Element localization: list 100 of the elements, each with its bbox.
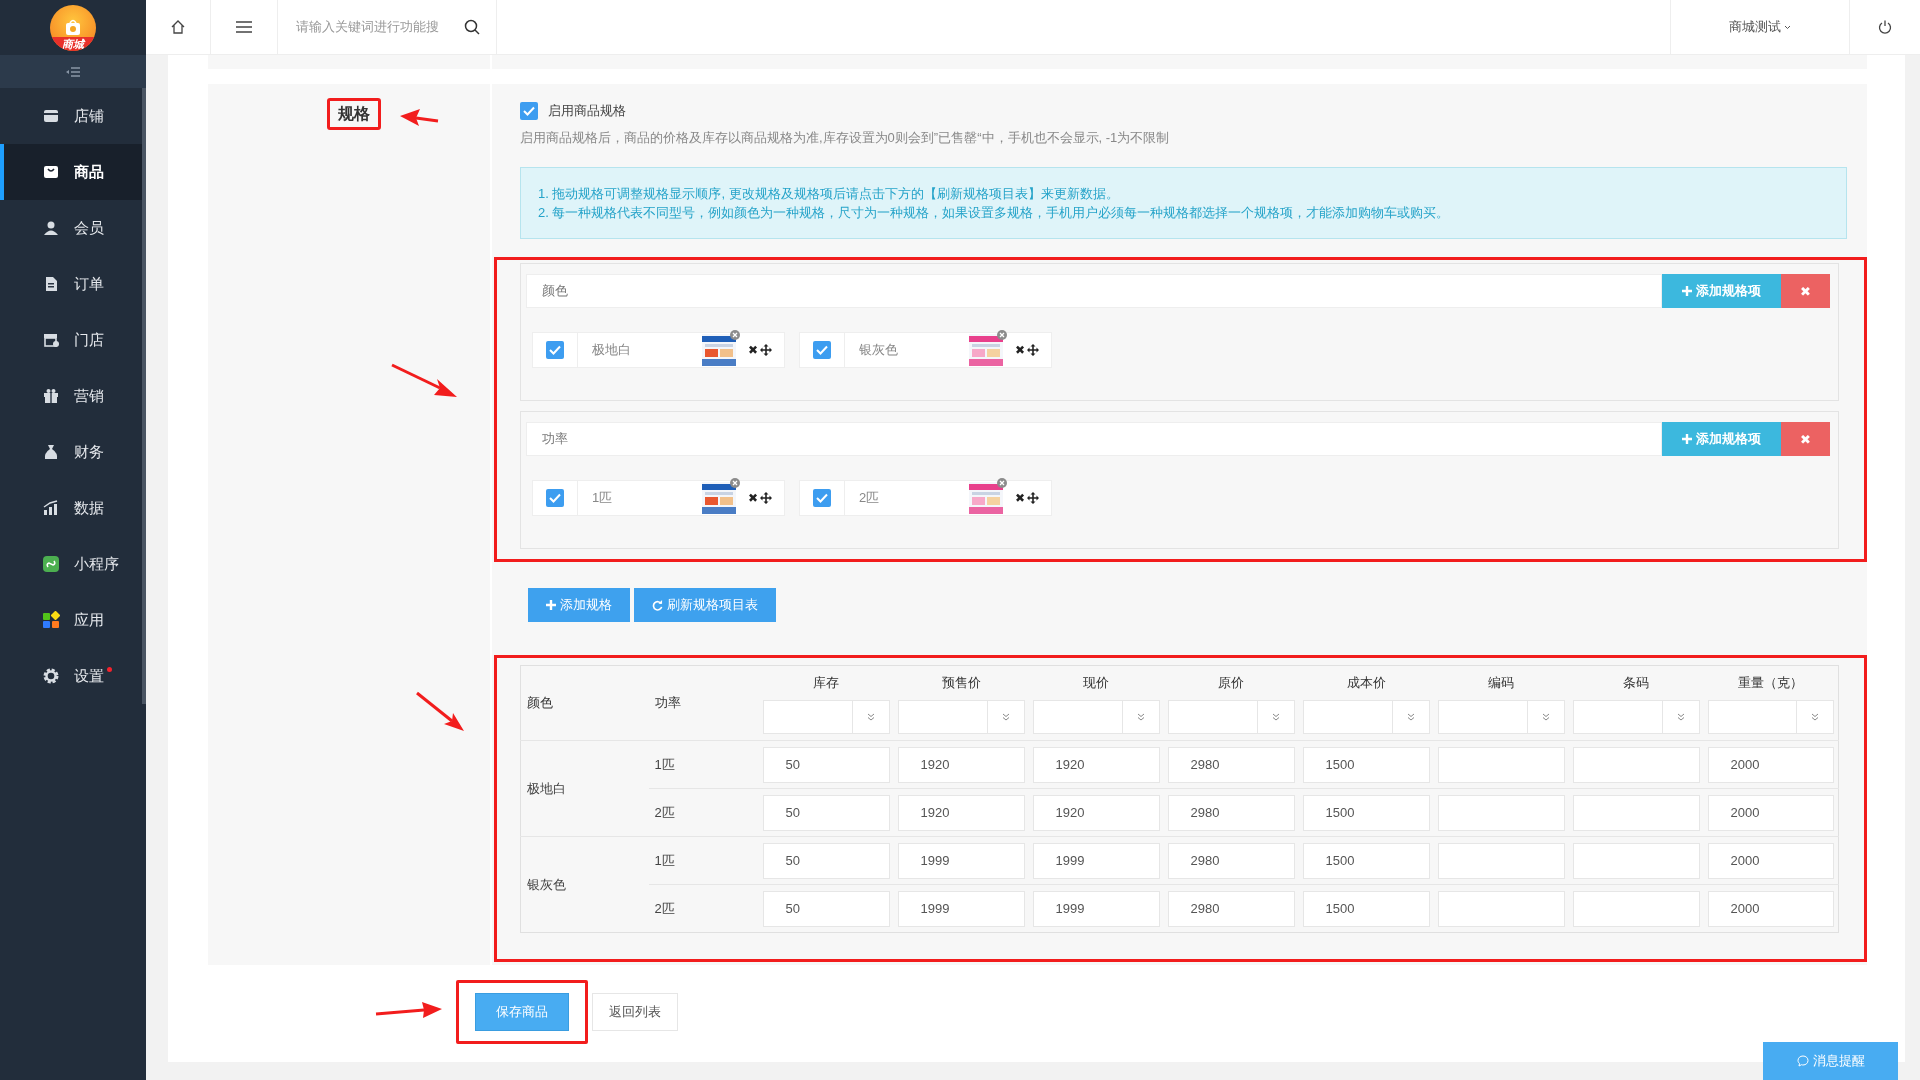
sidebar-item[interactable]: 小程序 <box>0 536 142 592</box>
batch-fill-button[interactable] <box>852 700 890 734</box>
sidebar-item[interactable]: 数据 <box>0 480 142 536</box>
move-icon[interactable] <box>1027 344 1040 356</box>
double-chevron-icon <box>1676 713 1685 721</box>
batch-fill-button[interactable] <box>987 700 1025 734</box>
column-header: 颜色 <box>520 665 649 741</box>
back-button[interactable]: 返回列表 <box>592 993 678 1031</box>
info-text: 1. 拖动规格可调整规格显示顺序, 更改规格及规格项后请点击下方的【刷新规格项目表】来更新数据。 <box>538 185 1120 203</box>
batch-input[interactable] <box>1707 700 1797 734</box>
input-field[interactable] <box>1572 794 1700 831</box>
input-field[interactable]: 1500 <box>1302 842 1430 879</box>
input-field[interactable] <box>1437 794 1565 831</box>
checkbox[interactable] <box>813 341 832 359</box>
caret-icon <box>1784 24 1791 30</box>
double-chevron-icon <box>866 713 875 721</box>
input-field[interactable] <box>1572 890 1700 927</box>
input-field[interactable]: 2000 <box>1707 890 1834 927</box>
batch-fill-button[interactable] <box>1257 700 1295 734</box>
batch-input[interactable] <box>1572 700 1663 734</box>
double-chevron-icon <box>1811 713 1819 721</box>
gear-icon <box>42 667 60 685</box>
search-icon[interactable] <box>464 19 480 35</box>
input-field[interactable]: 50 <box>762 746 890 783</box>
spec-item-field[interactable]: 2匹 <box>845 489 970 507</box>
sidebar-item[interactable]: 应用 <box>0 592 142 648</box>
gift-icon <box>42 387 60 405</box>
input-field[interactable]: 50 <box>762 842 890 879</box>
remove-image-icon[interactable] <box>730 330 740 340</box>
batch-fill-button[interactable] <box>1392 700 1430 734</box>
input-field[interactable]: 2980 <box>1167 746 1295 783</box>
input-field[interactable]: 1999 <box>897 890 1025 927</box>
sidebar-item[interactable]: 店铺 <box>0 88 142 144</box>
sidebar-item[interactable]: 设置 <box>0 648 142 704</box>
spec-name-field[interactable]: 颜色 <box>526 274 1662 308</box>
remove-item-button[interactable]: ✖ <box>1003 491 1028 505</box>
batch-input[interactable] <box>1302 700 1393 734</box>
home-icon[interactable] <box>170 19 186 35</box>
move-icon[interactable] <box>760 492 773 504</box>
remove-item-button[interactable]: ✖ <box>1003 343 1028 357</box>
column-header: 功率 <box>648 665 759 741</box>
sidebar-item[interactable]: 营销 <box>0 368 142 424</box>
batch-input[interactable] <box>1167 700 1258 734</box>
input-field[interactable]: 1920 <box>1032 794 1160 831</box>
checkbox[interactable] <box>546 341 564 359</box>
spec-item-field[interactable]: 极地白 <box>578 341 702 359</box>
checkbox[interactable] <box>546 489 564 507</box>
spec-item-field[interactable]: 银灰色 <box>845 341 970 359</box>
user-menu[interactable]: 商城测试 <box>1671 0 1850 54</box>
double-chevron-icon <box>1271 713 1280 721</box>
batch-input[interactable] <box>897 700 988 734</box>
input-field[interactable]: 1999 <box>1032 890 1160 927</box>
batch-input[interactable] <box>1437 700 1528 734</box>
checkbox[interactable] <box>813 489 832 507</box>
input-field[interactable]: 2000 <box>1707 794 1834 831</box>
sidebar-item[interactable]: 门店 <box>0 312 142 368</box>
input-field[interactable]: 2980 <box>1167 890 1295 927</box>
input-field[interactable]: 1920 <box>897 746 1025 783</box>
input-field[interactable] <box>1437 842 1565 879</box>
batch-fill-button[interactable] <box>1662 700 1700 734</box>
move-icon[interactable] <box>1027 492 1040 504</box>
power-icon[interactable] <box>1878 20 1892 34</box>
input-field[interactable]: 2980 <box>1167 842 1295 879</box>
move-icon[interactable] <box>760 344 773 356</box>
input-field[interactable]: 50 <box>762 794 890 831</box>
remove-image-icon[interactable] <box>997 330 1008 340</box>
input-field[interactable]: 1500 <box>1302 890 1430 927</box>
input-field[interactable]: 2000 <box>1707 842 1834 879</box>
input-field[interactable] <box>1437 746 1565 783</box>
batch-fill-button[interactable] <box>1527 700 1565 734</box>
checkbox[interactable] <box>520 102 538 120</box>
batch-fill-button[interactable] <box>1122 700 1160 734</box>
input-field[interactable] <box>1437 890 1565 927</box>
spec-name-field[interactable]: 功率 <box>526 422 1662 456</box>
sidebar-item[interactable]: 会员 <box>0 200 142 256</box>
input-field[interactable]: 2980 <box>1167 794 1295 831</box>
input-field[interactable]: 1920 <box>897 794 1025 831</box>
batch-input[interactable] <box>1032 700 1123 734</box>
collapse-menu-icon[interactable] <box>66 66 80 77</box>
remove-image-icon[interactable] <box>730 478 740 488</box>
input-field[interactable]: 1500 <box>1302 794 1430 831</box>
input-field[interactable]: 1999 <box>897 842 1025 879</box>
sidebar-item[interactable]: 订单 <box>0 256 142 312</box>
remove-item-button[interactable]: ✖ <box>736 343 761 357</box>
batch-fill-button[interactable] <box>1797 700 1834 734</box>
menu-icon[interactable] <box>236 21 252 33</box>
batch-input[interactable] <box>762 700 853 734</box>
input-field[interactable]: 1500 <box>1302 746 1430 783</box>
input-field[interactable] <box>1572 746 1700 783</box>
sidebar-item[interactable]: 商品 <box>0 144 142 200</box>
sidebar-item[interactable]: 财务 <box>0 424 142 480</box>
input-field[interactable]: 2000 <box>1707 746 1834 783</box>
input-field[interactable]: 50 <box>762 890 890 927</box>
remove-item-button[interactable]: ✖ <box>736 491 761 505</box>
remove-image-icon[interactable] <box>997 478 1008 488</box>
input-field[interactable]: 1999 <box>1032 842 1160 879</box>
input-field[interactable]: 1920 <box>1032 746 1160 783</box>
spec-item-field[interactable]: 1匹 <box>578 489 702 507</box>
input-field[interactable] <box>1572 842 1700 879</box>
double-chevron-icon <box>1136 713 1145 721</box>
